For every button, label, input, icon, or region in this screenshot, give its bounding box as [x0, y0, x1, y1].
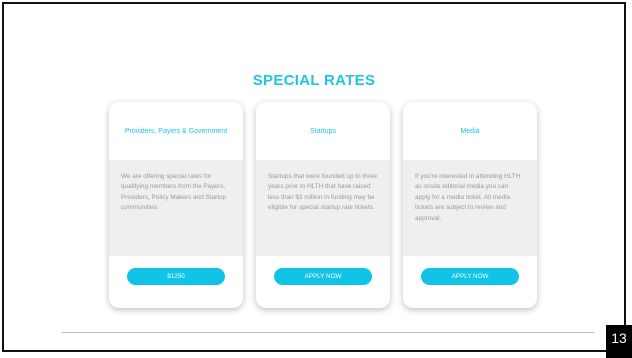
price-button[interactable]: $1250: [127, 268, 225, 285]
footer-divider: [62, 332, 594, 333]
card-description: We are offering special rates for qualif…: [109, 160, 243, 256]
card-description: Startups that were founded up to three y…: [256, 160, 390, 256]
slide: SPECIAL RATES Providers, Payers & Govern…: [2, 2, 626, 352]
pricing-card-providers: Providers, Payers & Government We are of…: [109, 102, 243, 308]
pricing-card-media: Media If you're interested in attending …: [403, 102, 537, 308]
card-heading: Media: [460, 127, 480, 135]
apply-now-button[interactable]: APPLY NOW: [421, 268, 519, 285]
card-heading: Startups: [309, 127, 337, 135]
card-description: If you're interested in attending HLTH a…: [403, 160, 537, 256]
apply-now-button[interactable]: APPLY NOW: [274, 268, 372, 285]
card-heading: Providers, Payers & Government: [124, 127, 228, 135]
pricing-card-startups: Startups Startups that were founded up t…: [256, 102, 390, 308]
page-title: SPECIAL RATES: [252, 72, 376, 89]
page-number: 13: [606, 325, 632, 358]
